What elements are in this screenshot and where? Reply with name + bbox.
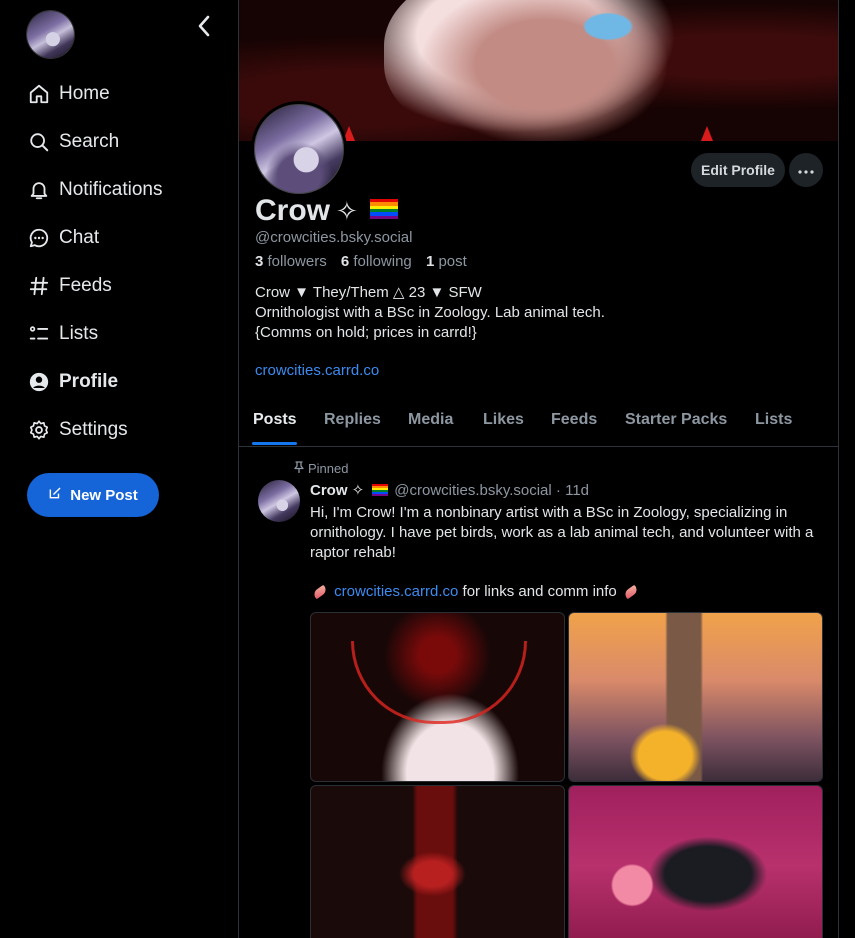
nav-label: Profile	[59, 371, 119, 392]
bio-line: Crow ▼ They/Them △ 23 ▼ SFW	[255, 284, 482, 301]
nav-item-search[interactable]: Search	[27, 118, 163, 166]
tab-likes[interactable]: Likes	[483, 411, 524, 429]
search-icon	[27, 130, 51, 154]
posts-count: 1	[425, 253, 435, 270]
post-link-suffix: for links and comm info	[458, 583, 621, 600]
new-post-button[interactable]: New Post	[27, 473, 159, 517]
bio-line: Ornithologist with a BSc in Zoology. Lab…	[255, 304, 605, 321]
following-label: following	[353, 253, 412, 270]
feather-emoji-icon	[311, 584, 329, 600]
tab-starter-packs[interactable]: Starter Packs	[625, 411, 727, 429]
bio-line: {Comms on hold; prices in carrd!}	[255, 324, 477, 341]
nav-item-notifications[interactable]: Notifications	[27, 166, 163, 214]
profile-handle: @crowcities.bsky.social	[255, 229, 413, 246]
post-image[interactable]	[310, 785, 565, 938]
home-icon	[27, 82, 51, 106]
nav-label: Chat	[59, 227, 100, 248]
nav-item-lists[interactable]: Lists	[27, 310, 163, 358]
post-image[interactable]	[568, 785, 823, 938]
chevron-left-icon[interactable]	[192, 14, 216, 38]
post-timestamp[interactable]: · 11d	[556, 482, 589, 499]
posts-stat: 1 post	[426, 253, 467, 270]
profile-stats: 3 followers 6 following 1 post	[255, 253, 467, 270]
tab-replies[interactable]: Replies	[324, 411, 381, 429]
banner-decoration	[701, 126, 713, 141]
post-author-avatar[interactable]	[258, 480, 300, 522]
nav-label: Settings	[59, 419, 128, 440]
active-tab-indicator	[252, 442, 297, 445]
posts-label: post	[438, 253, 467, 270]
bio-link[interactable]: crowcities.carrd.co	[255, 362, 379, 379]
nav-item-chat[interactable]: Chat	[27, 214, 163, 262]
ellipsis-icon	[798, 161, 814, 179]
post-link-line: crowcities.carrd.co for links and comm i…	[310, 583, 641, 600]
user-icon	[27, 370, 51, 394]
profile-tabs: Posts Replies Media Likes Feeds Starter …	[239, 398, 838, 447]
nav-item-settings[interactable]: Settings	[27, 406, 163, 454]
post-header: Crow ✧ @crowcities.bsky.social · 11d	[310, 481, 589, 500]
post-author-name[interactable]: Crow ✧	[310, 481, 364, 499]
pinned-label: Pinned	[308, 461, 349, 476]
pride-flag-icon	[369, 199, 398, 219]
more-options-button[interactable]	[789, 153, 823, 187]
nav-label: Home	[59, 83, 110, 104]
followers-link[interactable]: 3 followers	[255, 253, 327, 270]
bell-icon	[27, 178, 51, 202]
list-icon	[27, 322, 51, 346]
tab-posts[interactable]: Posts	[253, 411, 297, 429]
nav-label: Notifications	[59, 179, 163, 200]
nav-item-feeds[interactable]: Feeds	[27, 262, 163, 310]
nav-label: Feeds	[59, 275, 112, 296]
display-name: Crow ✧	[255, 194, 398, 228]
followers-count: 3	[255, 253, 264, 270]
tab-feeds[interactable]: Feeds	[551, 411, 597, 429]
sidebar: Home Search Notifications Chat Feeds Lis…	[0, 0, 238, 938]
new-post-label: New Post	[70, 486, 138, 504]
nav-label: Lists	[59, 323, 99, 344]
pride-flag-icon	[372, 484, 389, 496]
tab-lists[interactable]: Lists	[755, 411, 792, 429]
pin-icon	[294, 461, 304, 476]
nav-label: Search	[59, 131, 120, 152]
sparkle-emoji: ✧	[336, 195, 358, 226]
post-link[interactable]: crowcities.carrd.co	[334, 583, 458, 600]
profile-avatar[interactable]	[251, 101, 347, 197]
followers-label: followers	[267, 253, 327, 270]
post-image[interactable]	[568, 612, 823, 782]
following-count: 6	[340, 253, 350, 270]
feather-emoji-icon	[622, 584, 639, 600]
following-link[interactable]: 6 following	[341, 253, 412, 270]
post-image[interactable]	[310, 612, 565, 782]
gear-icon	[27, 418, 51, 442]
nav-item-home[interactable]: Home	[27, 70, 163, 118]
edit-profile-button[interactable]: Edit Profile	[691, 153, 785, 187]
compose-icon	[48, 486, 62, 504]
display-name-text: Crow	[255, 194, 330, 227]
hash-icon	[27, 274, 51, 298]
nav-item-profile[interactable]: Profile	[27, 358, 163, 406]
chat-icon	[27, 226, 51, 250]
post-author-handle[interactable]: @crowcities.bsky.social	[394, 482, 552, 499]
profile-column: Edit Profile Crow ✧ @crowcities.bsky.soc…	[238, 0, 839, 938]
pinned-indicator: Pinned	[294, 461, 348, 476]
user-avatar[interactable]	[27, 11, 74, 58]
post-text: Hi, I'm Crow! I'm a nonbinary artist wit…	[310, 504, 814, 561]
banner-artwork	[384, 0, 704, 141]
main-nav: Home Search Notifications Chat Feeds Lis…	[27, 70, 163, 454]
profile-bio: Crow ▼ They/Them △ 23 ▼ SFW Ornithologis…	[255, 283, 605, 343]
tab-media[interactable]: Media	[408, 411, 453, 429]
